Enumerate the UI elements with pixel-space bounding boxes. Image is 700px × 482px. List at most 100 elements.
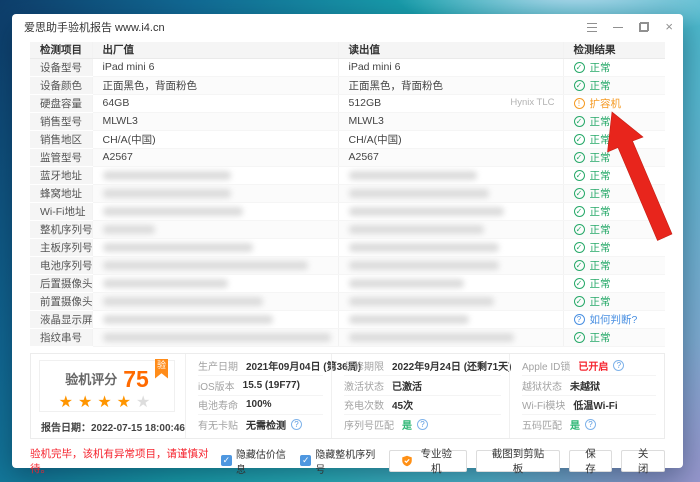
summary-row: 五码匹配是?	[522, 415, 656, 435]
result-text: 正常	[590, 258, 611, 273]
row-label: 蜂窝地址	[40, 188, 82, 200]
summary-value: 100%	[246, 399, 272, 410]
result-status-icon: ✓	[574, 152, 585, 163]
table-row: 电池序列号 ✓ 正常	[30, 256, 665, 274]
checkbox[interactable]: ✓ 隐藏整机序列号	[300, 446, 380, 476]
result-text: 正常	[590, 132, 611, 147]
report-table: 检测项目 出厂值 读出值 检测结果 设备型号 iPad mini 6 iPad …	[30, 42, 665, 347]
score-value: 75	[123, 366, 149, 392]
help-icon[interactable]: ?	[291, 419, 302, 430]
factory-value	[103, 169, 231, 181]
read-value	[349, 331, 514, 343]
result-status-icon: ✓	[574, 62, 585, 73]
redacted-value	[103, 315, 273, 324]
header-item: 检测项目	[30, 42, 92, 58]
summary-row: 电池寿命 100%	[198, 396, 323, 416]
help-icon[interactable]: ?	[417, 419, 428, 430]
row-label: 设备颜色	[40, 80, 82, 92]
summary-columns: 生产日期2021年09月04日 (第36周)iOS版本15.5 (19F77)电…	[185, 354, 664, 438]
result-badge: ✓ 正常	[574, 330, 611, 345]
read-value: 正面黑色，背面粉色	[349, 80, 444, 92]
result-badge: ✓ 正常	[574, 204, 611, 219]
star-empty-icon: ★	[136, 394, 155, 411]
table-row: Wi-Fi地址 ✓ 正常	[30, 202, 665, 220]
desktop-background: 爱思助手验机报告 www.i4.cn × 检测项目 出厂值 读出值 检测	[0, 0, 700, 482]
row-label: 主板序列号	[40, 242, 92, 254]
result-text: 正常	[590, 294, 611, 309]
table-header-row: 检测项目 出厂值 读出值 检测结果	[30, 42, 665, 58]
summary-row: iOS版本15.5 (19F77)	[198, 376, 323, 396]
result-badge: ! 扩容机	[574, 96, 622, 111]
result-badge: ✓ 正常	[574, 240, 611, 255]
result-badge: ✓ 正常	[574, 294, 611, 309]
read-value	[349, 295, 494, 307]
checkbox-checked-icon[interactable]: ✓	[300, 455, 311, 466]
star-filled-icon: ★	[78, 394, 97, 411]
help-icon[interactable]: ?	[585, 419, 596, 430]
report-date: 报告日期：2022-07-15 18:00:46	[35, 419, 185, 434]
shield-icon	[401, 455, 413, 467]
read-value: iPad mini 6	[349, 61, 401, 73]
table-row: 硬盘容量 64GB Hynix TLC512GB ! 扩容机	[30, 94, 665, 112]
factory-value: iPad mini 6	[103, 61, 155, 73]
score-panel: 验机评分75 ★★★★★ 验 报告日期：2022-07-15 18:00:46	[31, 354, 185, 438]
table-row: 蓝牙地址 ✓ 正常	[30, 166, 665, 184]
table-row: 整机序列号 ✓ 正常	[30, 220, 665, 238]
result-badge: ✓ 正常	[574, 150, 611, 165]
result-badge: ✓ 正常	[574, 60, 611, 75]
factory-value: 64GB	[103, 97, 130, 109]
checkbox[interactable]: ✓ 隐藏估价信息	[221, 446, 291, 476]
how-to-judge-link[interactable]: ? 如何判断?	[574, 312, 638, 327]
close-icon[interactable]: ×	[665, 22, 673, 32]
row-label: 前置摄像头	[40, 296, 92, 308]
screenshot-button[interactable]: 截图到剪贴板	[476, 450, 559, 472]
window-title: 爱思助手验机报告 www.i4.cn	[24, 19, 165, 35]
minimize-icon[interactable]	[613, 22, 623, 32]
summary-row: Apple ID锁已开启?	[522, 357, 656, 377]
factory-value: A2567	[103, 151, 133, 163]
header-result: 检测结果	[563, 42, 665, 58]
table-row: 销售地区 CH/A(中国) CH/A(中国) ✓ 正常	[30, 130, 665, 148]
row-label: 硬盘容量	[40, 98, 82, 110]
summary-row: 序列号匹配是?	[344, 415, 501, 435]
read-value: CH/A(中国)	[349, 134, 402, 146]
redacted-value	[103, 171, 231, 180]
result-badge: ✓ 正常	[574, 78, 611, 93]
result-status-icon: !	[574, 98, 585, 109]
summary-column: Apple ID锁已开启?越狱状态未越狱Wi-Fi模块低温Wi-Fi五码匹配是?	[509, 354, 664, 438]
restore-icon[interactable]	[639, 22, 649, 32]
factory-value	[103, 223, 155, 235]
checkbox-label: 隐藏整机序列号	[315, 446, 380, 476]
titlebar[interactable]: 爱思助手验机报告 www.i4.cn ×	[12, 14, 683, 40]
summary-value: 2022年9月24日 (还剩71天)	[392, 358, 512, 373]
redacted-value	[349, 207, 504, 216]
summary-value: 是	[570, 417, 580, 432]
result-status-icon: ✓	[574, 206, 585, 217]
close-button[interactable]: 关闭	[621, 450, 665, 472]
summary-label: 序列号匹配	[344, 417, 394, 432]
summary-value: 未越狱	[570, 378, 600, 393]
summary-row: Wi-Fi模块低温Wi-Fi	[522, 396, 656, 416]
result-badge: ✓ 正常	[574, 114, 611, 129]
summary-value: 已开启	[578, 358, 608, 373]
help-icon[interactable]: ?	[613, 360, 624, 371]
checkbox-label: 隐藏估价信息	[236, 446, 291, 476]
result-badge: ✓ 正常	[574, 186, 611, 201]
factory-value	[103, 259, 308, 271]
menu-icon[interactable]	[587, 23, 597, 32]
result-text: 正常	[590, 276, 611, 291]
checkbox-checked-icon[interactable]: ✓	[221, 455, 232, 466]
redacted-value	[103, 297, 263, 306]
redacted-value	[103, 207, 243, 216]
redacted-value	[103, 279, 228, 288]
save-button[interactable]: 保存	[569, 450, 613, 472]
summary-value: 是	[402, 417, 412, 432]
summary-label: 电池寿命	[198, 397, 238, 412]
table-row: 液晶显示屏 ? 如何判断?	[30, 310, 665, 328]
table-row: 主板序列号 ✓ 正常	[30, 238, 665, 256]
star-filled-icon: ★	[117, 394, 136, 411]
summary-label: 保修期限	[344, 358, 384, 373]
professional-check-button[interactable]: 专业验机	[389, 450, 467, 472]
row-label: 销售型号	[40, 116, 82, 128]
factory-value	[103, 187, 231, 199]
